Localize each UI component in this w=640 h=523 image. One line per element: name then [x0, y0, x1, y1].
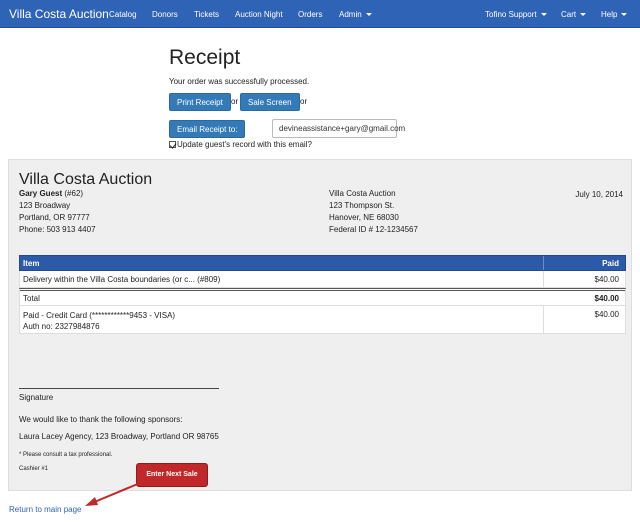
return-to-main-link[interactable]: Return to main page	[9, 505, 82, 514]
callout-arrow-icon	[85, 482, 141, 506]
